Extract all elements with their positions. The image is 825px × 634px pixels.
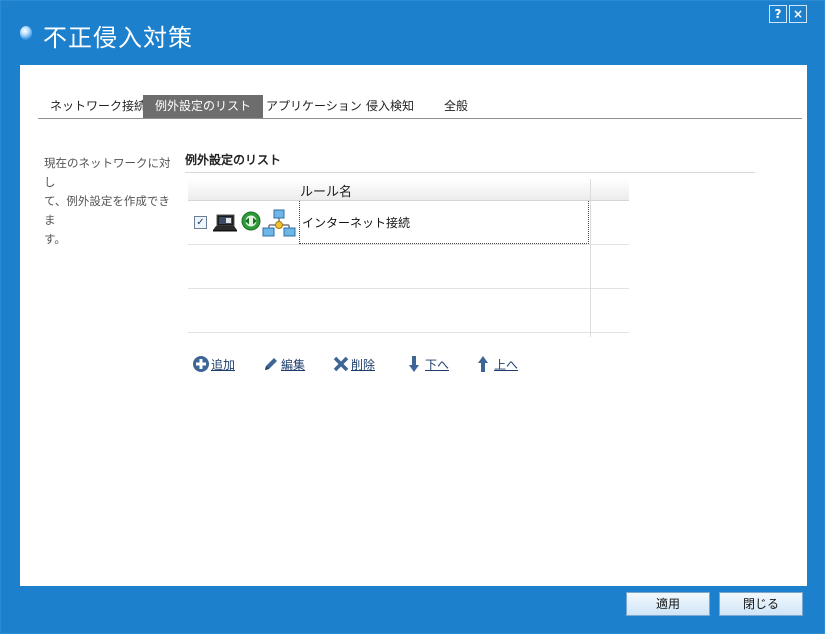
app-logo-icon [20,26,32,40]
move-down-label: 下へ [425,358,450,372]
edit-label: 編集 [281,358,306,372]
arrow-down-icon [409,356,419,372]
page-description: 現在のネットワークに対し て、例外設定を作成できま す。 [44,154,180,249]
table-row[interactable]: ✓ インターネット接続 [188,201,629,245]
table-row [188,245,629,289]
add-label: 追加 [211,358,236,372]
apply-button[interactable]: 適用 [626,592,710,616]
firewall-window: 不正侵入対策 ? × ネットワーク接続 例外設定のリスト アプリケーション 侵入… [0,0,825,634]
content-panel: ネットワーク接続 例外設定のリスト アプリケーション 侵入検知 全般 現在のネッ… [20,65,807,586]
add-icon [193,356,209,372]
tab-general[interactable]: 全般 [432,95,480,118]
delete-icon [333,356,349,372]
close-icon[interactable]: × [789,5,807,23]
move-up-label: 上へ [494,358,519,372]
delete-label: 削除 [351,358,376,372]
rule-actions-toolbar: 追加 編集 削除 下へ 上へ [192,354,552,376]
column-header-rule-name[interactable]: ルール名 [300,181,352,200]
arrow-up-icon [478,356,488,372]
description-line: す。 [44,232,66,246]
laptop-icon [213,214,237,232]
close-button[interactable]: 閉じる [719,592,803,616]
rule-name-cell[interactable]: インターネット接続 [299,201,589,244]
rule-enabled-checkbox[interactable]: ✓ [194,216,207,229]
exception-rules-table: ルール名 ✓ インターネット接続 [188,179,629,337]
tab-intrusion-detection[interactable]: 侵入検知 [354,95,426,118]
table-header: ルール名 [188,179,629,201]
network-icon [262,209,296,237]
tab-network-connections[interactable]: ネットワーク接続 [38,95,158,118]
edit-icon [265,358,277,370]
rule-name: インターネット接続 [302,216,411,230]
description-line: て、例外設定を作成できま [44,194,170,227]
table-row [188,289,629,333]
description-line: 現在のネットワークに対し [44,156,171,189]
tab-bar: ネットワーク接続 例外設定のリスト アプリケーション 侵入検知 全般 [38,95,802,119]
window-title: 不正侵入対策 [43,24,193,52]
section-title: 例外設定のリスト [185,151,755,173]
bidirectional-arrows-icon [241,211,261,231]
help-button[interactable]: ? [769,5,787,23]
tab-exception-list[interactable]: 例外設定のリスト [143,95,264,118]
